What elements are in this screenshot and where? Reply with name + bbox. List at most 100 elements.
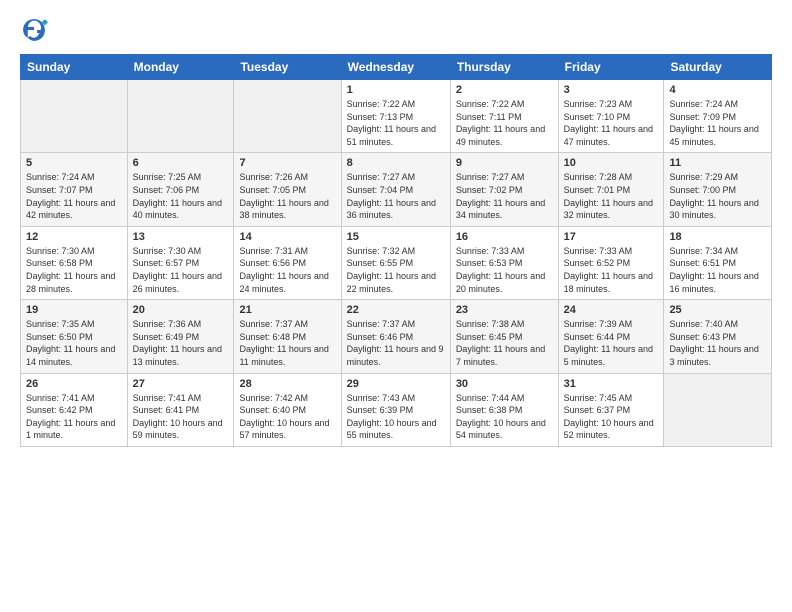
day-info: Sunrise: 7:27 AMSunset: 7:04 PMDaylight:… xyxy=(347,171,445,221)
day-info: Sunrise: 7:33 AMSunset: 6:53 PMDaylight:… xyxy=(456,245,553,295)
day-cell: 17Sunrise: 7:33 AMSunset: 6:52 PMDayligh… xyxy=(558,226,664,299)
day-cell: 20 Sunrise: 7:36 AMSunset: 6:49 PMDayligh… xyxy=(127,300,234,373)
day-number: 17 xyxy=(564,231,659,243)
day-info: Sunrise: 7:24 AMSunset: 7:07 PMDaylight:… xyxy=(26,171,122,221)
day-cell: 29Sunrise: 7:43 AMSunset: 6:39 PMDayligh… xyxy=(341,373,450,446)
day-info: Sunrise: 7:22 AMSunset: 7:11 PMDaylight:… xyxy=(456,98,553,148)
day-number: 8 xyxy=(347,157,445,169)
day-cell: 9Sunrise: 7:27 AMSunset: 7:02 PMDaylight… xyxy=(450,153,558,226)
day-cell xyxy=(127,80,234,153)
day-number: 4 xyxy=(669,84,766,96)
day-cell: 14 Sunrise: 7:31 AMSunset: 6:56 PMDayligh… xyxy=(234,226,341,299)
day-number: 18 xyxy=(669,231,766,243)
day-cell: 2 Sunrise: 7:22 AMSunset: 7:11 PMDaylight… xyxy=(450,80,558,153)
weekday-header-row: SundayMondayTuesdayWednesdayThursdayFrid… xyxy=(21,55,772,80)
day-number: 26 xyxy=(26,378,122,390)
weekday-header-friday: Friday xyxy=(558,55,664,80)
day-number: 22 xyxy=(347,304,445,316)
day-number: 9 xyxy=(456,157,553,169)
day-info: Sunrise: 7:42 AMSunset: 6:40 PMDaylight:… xyxy=(239,392,335,442)
day-info: Sunrise: 7:22 AMSunset: 7:13 PMDaylight:… xyxy=(347,98,445,148)
day-cell: 13 Sunrise: 7:30 AMSunset: 6:57 PMDayligh… xyxy=(127,226,234,299)
day-info: Sunrise: 7:31 AMSunset: 6:56 PMDaylight:… xyxy=(239,245,335,295)
day-cell: 23 Sunrise: 7:38 AMSunset: 6:45 PMDayligh… xyxy=(450,300,558,373)
week-row-5: 26 Sunrise: 7:41 AMSunset: 6:42 PMDayligh… xyxy=(21,373,772,446)
day-info: Sunrise: 7:32 AMSunset: 6:55 PMDaylight:… xyxy=(347,245,445,295)
day-cell xyxy=(664,373,772,446)
day-number: 24 xyxy=(564,304,659,316)
day-number: 5 xyxy=(26,157,122,169)
day-cell: 19Sunrise: 7:35 AMSunset: 6:50 PMDayligh… xyxy=(21,300,128,373)
day-cell: 21 Sunrise: 7:37 AMSunset: 6:48 PMDayligh… xyxy=(234,300,341,373)
day-cell: 15 Sunrise: 7:32 AMSunset: 6:55 PMDayligh… xyxy=(341,226,450,299)
day-info: Sunrise: 7:44 AMSunset: 6:38 PMDaylight:… xyxy=(456,392,553,442)
day-info: Sunrise: 7:45 AMSunset: 6:37 PMDaylight:… xyxy=(564,392,659,442)
day-info: Sunrise: 7:24 AMSunset: 7:09 PMDaylight:… xyxy=(669,98,766,148)
day-info: Sunrise: 7:41 AMSunset: 6:42 PMDaylight:… xyxy=(26,392,122,442)
day-number: 25 xyxy=(669,304,766,316)
logo xyxy=(20,16,52,44)
day-info: Sunrise: 7:36 AMSunset: 6:49 PMDaylight:… xyxy=(133,318,229,368)
day-cell: 25Sunrise: 7:40 AMSunset: 6:43 PMDayligh… xyxy=(664,300,772,373)
day-number: 7 xyxy=(239,157,335,169)
day-number: 20 xyxy=(133,304,229,316)
day-info: Sunrise: 7:37 AMSunset: 6:46 PMDaylight:… xyxy=(347,318,445,368)
week-row-3: 12 Sunrise: 7:30 AMSunset: 6:58 PMDayligh… xyxy=(21,226,772,299)
day-number: 31 xyxy=(564,378,659,390)
day-number: 1 xyxy=(347,84,445,96)
day-number: 3 xyxy=(564,84,659,96)
day-cell: 24 Sunrise: 7:39 AMSunset: 6:44 PMDayligh… xyxy=(558,300,664,373)
day-number: 21 xyxy=(239,304,335,316)
day-number: 27 xyxy=(133,378,229,390)
day-info: Sunrise: 7:25 AMSunset: 7:06 PMDaylight:… xyxy=(133,171,229,221)
day-info: Sunrise: 7:39 AMSunset: 6:44 PMDaylight:… xyxy=(564,318,659,368)
day-cell: 26 Sunrise: 7:41 AMSunset: 6:42 PMDayligh… xyxy=(21,373,128,446)
day-number: 10 xyxy=(564,157,659,169)
day-info: Sunrise: 7:34 AMSunset: 6:51 PMDaylight:… xyxy=(669,245,766,295)
day-number: 16 xyxy=(456,231,553,243)
day-number: 28 xyxy=(239,378,335,390)
day-cell: 7 Sunrise: 7:26 AMSunset: 7:05 PMDaylight… xyxy=(234,153,341,226)
day-number: 11 xyxy=(669,157,766,169)
day-cell: 16 Sunrise: 7:33 AMSunset: 6:53 PMDayligh… xyxy=(450,226,558,299)
week-row-1: 1 Sunrise: 7:22 AMSunset: 7:13 PMDaylight… xyxy=(21,80,772,153)
day-info: Sunrise: 7:26 AMSunset: 7:05 PMDaylight:… xyxy=(239,171,335,221)
day-cell xyxy=(234,80,341,153)
week-row-2: 5 Sunrise: 7:24 AMSunset: 7:07 PMDaylight… xyxy=(21,153,772,226)
day-info: Sunrise: 7:23 AMSunset: 7:10 PMDaylight:… xyxy=(564,98,659,148)
day-cell: 5 Sunrise: 7:24 AMSunset: 7:07 PMDaylight… xyxy=(21,153,128,226)
day-number: 30 xyxy=(456,378,553,390)
day-cell: 3 Sunrise: 7:23 AMSunset: 7:10 PMDaylight… xyxy=(558,80,664,153)
day-number: 12 xyxy=(26,231,122,243)
day-cell: 1 Sunrise: 7:22 AMSunset: 7:13 PMDaylight… xyxy=(341,80,450,153)
day-info: Sunrise: 7:35 AMSunset: 6:50 PMDaylight:… xyxy=(26,318,122,368)
weekday-header-wednesday: Wednesday xyxy=(341,55,450,80)
day-number: 14 xyxy=(239,231,335,243)
day-info: Sunrise: 7:41 AMSunset: 6:41 PMDaylight:… xyxy=(133,392,229,442)
day-number: 13 xyxy=(133,231,229,243)
day-info: Sunrise: 7:38 AMSunset: 6:45 PMDaylight:… xyxy=(456,318,553,368)
day-info: Sunrise: 7:28 AMSunset: 7:01 PMDaylight:… xyxy=(564,171,659,221)
day-cell: 4 Sunrise: 7:24 AMSunset: 7:09 PMDaylight… xyxy=(664,80,772,153)
day-number: 15 xyxy=(347,231,445,243)
day-cell: 31 Sunrise: 7:45 AMSunset: 6:37 PMDayligh… xyxy=(558,373,664,446)
day-info: Sunrise: 7:30 AMSunset: 6:58 PMDaylight:… xyxy=(26,245,122,295)
weekday-header-thursday: Thursday xyxy=(450,55,558,80)
day-cell: 8 Sunrise: 7:27 AMSunset: 7:04 PMDaylight… xyxy=(341,153,450,226)
day-cell: 22 Sunrise: 7:37 AMSunset: 6:46 PMDayligh… xyxy=(341,300,450,373)
day-number: 2 xyxy=(456,84,553,96)
day-info: Sunrise: 7:37 AMSunset: 6:48 PMDaylight:… xyxy=(239,318,335,368)
day-cell: 11Sunrise: 7:29 AMSunset: 7:00 PMDayligh… xyxy=(664,153,772,226)
calendar-table: SundayMondayTuesdayWednesdayThursdayFrid… xyxy=(20,54,772,447)
week-row-4: 19Sunrise: 7:35 AMSunset: 6:50 PMDayligh… xyxy=(21,300,772,373)
day-number: 23 xyxy=(456,304,553,316)
day-cell: 10 Sunrise: 7:28 AMSunset: 7:01 PMDayligh… xyxy=(558,153,664,226)
day-cell: 6Sunrise: 7:25 AMSunset: 7:06 PMDaylight… xyxy=(127,153,234,226)
day-info: Sunrise: 7:30 AMSunset: 6:57 PMDaylight:… xyxy=(133,245,229,295)
page: SundayMondayTuesdayWednesdayThursdayFrid… xyxy=(0,0,792,612)
weekday-header-saturday: Saturday xyxy=(664,55,772,80)
day-cell: 30 Sunrise: 7:44 AMSunset: 6:38 PMDayligh… xyxy=(450,373,558,446)
day-cell: 28 Sunrise: 7:42 AMSunset: 6:40 PMDayligh… xyxy=(234,373,341,446)
day-number: 29 xyxy=(347,378,445,390)
weekday-header-sunday: Sunday xyxy=(21,55,128,80)
